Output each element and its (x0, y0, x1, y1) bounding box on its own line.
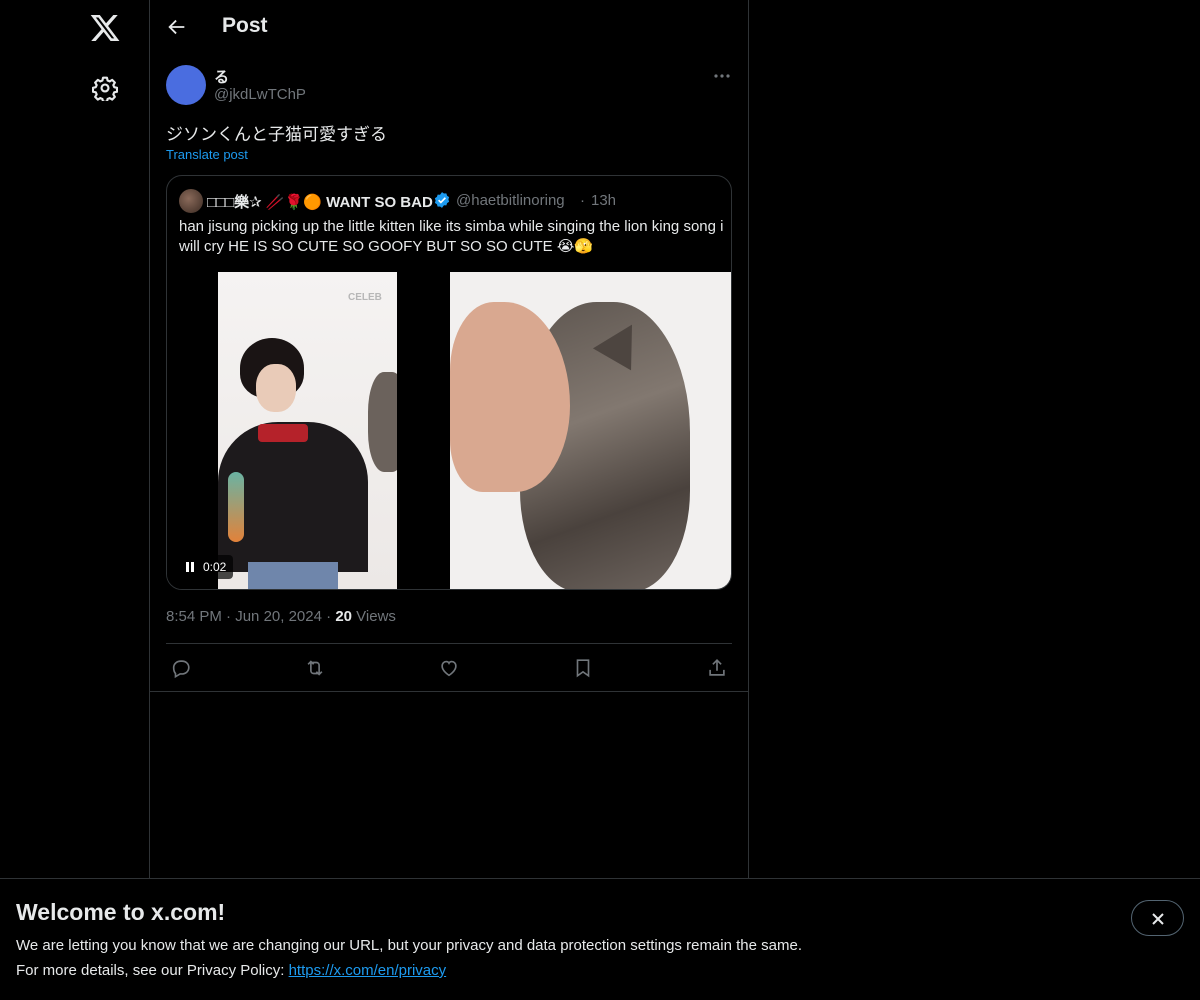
heart-icon[interactable] (438, 657, 460, 679)
post-date[interactable]: Jun 20, 2024 (235, 608, 322, 625)
main-column: Post る @jkdLwTChP ジソンくんと子猫可愛すぎる Translat… (150, 0, 749, 1000)
left-nav (0, 0, 150, 1000)
banner-close-button[interactable] (1131, 900, 1184, 936)
close-icon (1152, 913, 1164, 925)
reply-icon[interactable] (170, 657, 192, 679)
views-label: Views (356, 608, 396, 625)
quoted-text: han jisung picking up the little kitten … (179, 218, 724, 255)
quoted-handle[interactable]: @haetbitlinoring (456, 192, 565, 209)
url-change-banner: Welcome to x.com! We are letting you kno… (0, 878, 1200, 1000)
x-logo-icon[interactable] (89, 12, 121, 44)
share-icon[interactable] (706, 657, 728, 679)
author-handle[interactable]: @jkdLwTChP (214, 86, 306, 103)
banner-privacy-prefix: For more details, see our Privacy Policy… (16, 962, 289, 979)
more-dots-icon[interactable] (712, 68, 732, 84)
quoted-separator: · (580, 192, 585, 209)
page-header: Post (150, 0, 748, 54)
bookmark-icon[interactable] (572, 657, 594, 679)
post-metadata: 8:54 PM · Jun 20, 2024 · 20 Views (166, 608, 396, 625)
video-watermark: CELEB (348, 292, 382, 303)
pause-icon (186, 562, 194, 572)
banner-text-privacy: For more details, see our Privacy Policy… (16, 962, 446, 979)
author-display-name[interactable]: る (214, 66, 229, 87)
video-frame-left: CELEB (218, 272, 397, 589)
banner-text: We are letting you know that we are chan… (16, 937, 802, 954)
repost-icon[interactable] (304, 657, 326, 679)
avatar[interactable] (166, 65, 206, 105)
gear-icon[interactable] (92, 75, 118, 101)
page-title: Post (222, 14, 268, 37)
video-player[interactable]: CELEB 0:02 (167, 272, 731, 589)
quoted-display-name[interactable]: □□□樂✰ 🥢🌹🟠 WANT SO BAD (207, 191, 433, 212)
quoted-timestamp[interactable]: 13h (591, 192, 616, 209)
back-arrow-icon[interactable] (166, 16, 188, 38)
action-bar (150, 644, 748, 692)
quoted-post[interactable]: □□□樂✰ 🥢🌹🟠 WANT SO BAD @haetbitlinoring ·… (166, 175, 732, 590)
post-text: ジソンくんと子猫可愛すぎる (166, 125, 387, 144)
video-frame-right (450, 272, 731, 589)
quoted-avatar[interactable] (179, 189, 203, 213)
meta-separator: · (226, 608, 232, 625)
banner-title: Welcome to x.com! (16, 899, 226, 925)
views-count: 20 (335, 608, 352, 625)
translate-post-link[interactable]: Translate post (166, 147, 248, 162)
video-pause-button[interactable]: 0:02 (175, 555, 233, 579)
verified-badge-icon (434, 192, 450, 208)
meta-separator: · (326, 608, 332, 625)
privacy-policy-link[interactable]: https://x.com/en/privacy (289, 962, 447, 979)
video-time: 0:02 (203, 560, 227, 574)
post-time[interactable]: 8:54 PM (166, 608, 222, 625)
